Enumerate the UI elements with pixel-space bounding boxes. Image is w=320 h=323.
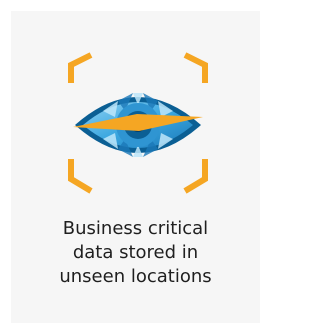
info-card: Business critical data stored in unseen … bbox=[11, 11, 260, 323]
caption-line: data stored in bbox=[72, 242, 199, 263]
card-caption: Business critical data stored in unseen … bbox=[11, 217, 260, 289]
caption-line: Business critical bbox=[62, 218, 209, 239]
caption-line: unseen locations bbox=[59, 266, 212, 287]
eye-scan-icon bbox=[63, 51, 213, 199]
